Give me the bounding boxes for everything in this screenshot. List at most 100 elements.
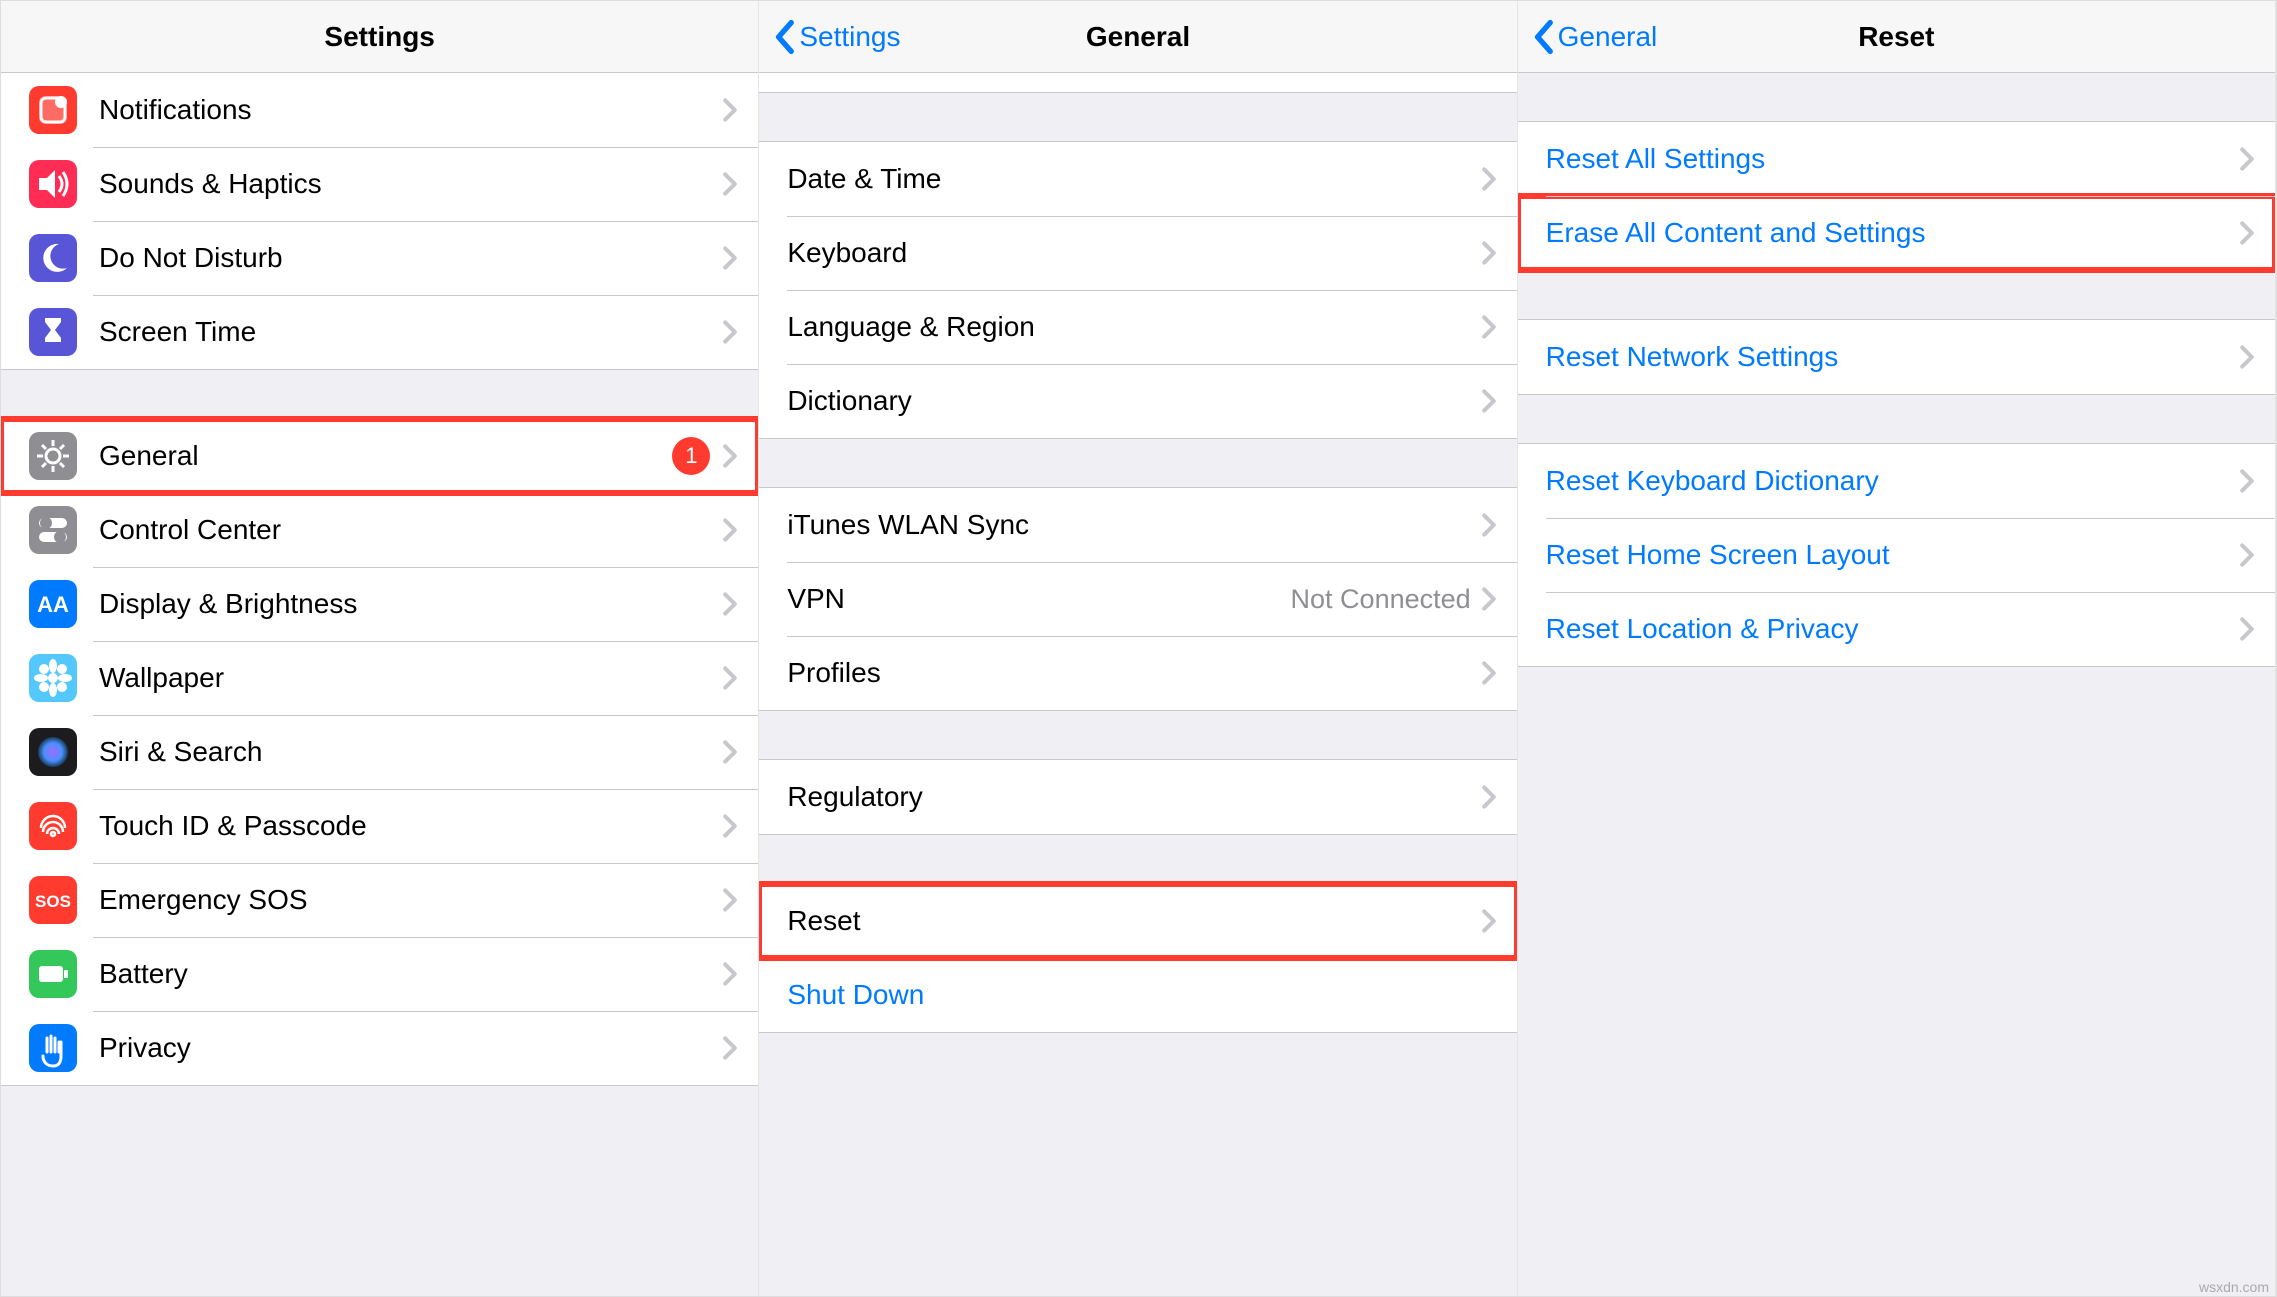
aa-icon: AA (29, 580, 77, 628)
row-reset-keyboard-dictionary[interactable]: Reset Keyboard Dictionary (1518, 444, 2275, 518)
row-control-center[interactable]: Control Center (1, 493, 758, 567)
row-privacy[interactable]: Privacy (1, 1011, 758, 1085)
row-reset-all-settings[interactable]: Reset All Settings (1518, 122, 2275, 196)
row-regulatory[interactable]: Regulatory (759, 760, 1516, 834)
chevron-right-icon (722, 171, 738, 197)
chevron-right-icon (722, 245, 738, 271)
row-label: Control Center (99, 514, 722, 546)
row-label: Notifications (99, 94, 722, 126)
row-general[interactable]: General1 (1, 419, 758, 493)
back-button[interactable]: Settings (773, 19, 900, 55)
chevron-right-icon (2239, 542, 2255, 568)
row-touch-id-passcode[interactable]: Touch ID & Passcode (1, 789, 758, 863)
reset-list[interactable]: Reset All Settings Erase All Content and … (1518, 73, 2275, 1296)
row-language-region[interactable]: Language & Region (759, 290, 1516, 364)
row-reset-network-settings[interactable]: Reset Network Settings (1518, 320, 2275, 394)
row-label: Profiles (787, 657, 1480, 689)
chevron-right-icon (1481, 586, 1497, 612)
chevron-left-icon (1532, 19, 1554, 55)
row-reset[interactable]: Reset (759, 884, 1516, 958)
row-itunes-wlan-sync[interactable]: iTunes WLAN Sync (759, 488, 1516, 562)
row-label: Battery (99, 958, 722, 990)
flower-icon (29, 654, 77, 702)
chevron-right-icon (1481, 908, 1497, 934)
chevron-right-icon (1481, 784, 1497, 810)
row-label: Emergency SOS (99, 884, 722, 916)
row-label: Display & Brightness (99, 588, 722, 620)
row-date-time[interactable]: Date & Time (759, 142, 1516, 216)
row-battery[interactable]: Battery (1, 937, 758, 1011)
row-label: Wallpaper (99, 662, 722, 694)
siri-icon (29, 728, 77, 776)
svg-text:AA: AA (37, 592, 69, 617)
row-label: Shut Down (787, 979, 1496, 1011)
row-label: General (99, 440, 672, 472)
page-title: Settings (1, 21, 758, 53)
moon-icon (29, 234, 77, 282)
row-label: Dictionary (787, 385, 1480, 417)
switches-icon (29, 506, 77, 554)
chevron-right-icon (722, 739, 738, 765)
chevron-right-icon (1481, 314, 1497, 340)
row-label: Do Not Disturb (99, 242, 722, 274)
row-label: Keyboard (787, 237, 1480, 269)
chevron-right-icon (722, 665, 738, 691)
row-reset-home-screen-layout[interactable]: Reset Home Screen Layout (1518, 518, 2275, 592)
row-shut-down[interactable]: Shut Down (759, 958, 1516, 1032)
row-label: Reset Home Screen Layout (1546, 539, 2239, 571)
row-display-brightness[interactable]: AA Display & Brightness (1, 567, 758, 641)
row-reset-location-privacy[interactable]: Reset Location & Privacy (1518, 592, 2275, 666)
chevron-right-icon (1481, 660, 1497, 686)
sounds-icon (29, 160, 77, 208)
row-label: Language & Region (787, 311, 1480, 343)
row-label: iTunes WLAN Sync (787, 509, 1480, 541)
settings-panel: Settings Notifications Sounds & Haptics Do… (1, 1, 759, 1296)
row-label: Reset (787, 905, 1480, 937)
row-do-not-disturb[interactable]: Do Not Disturb (1, 221, 758, 295)
chevron-right-icon (722, 97, 738, 123)
chevron-right-icon (2239, 616, 2255, 642)
svg-text:SOS: SOS (35, 892, 71, 911)
badge: 1 (672, 437, 710, 475)
row-label: Touch ID & Passcode (99, 810, 722, 842)
row-label: Erase All Content and Settings (1546, 217, 2239, 249)
chevron-right-icon (2239, 146, 2255, 172)
sos-icon: SOS (29, 876, 77, 924)
row-notifications[interactable]: Notifications (1, 73, 758, 147)
navbar-settings: Settings (1, 1, 758, 73)
row-wallpaper[interactable]: Wallpaper (1, 641, 758, 715)
chevron-right-icon (1481, 166, 1497, 192)
general-panel: Settings General Date & TimeKeyboardLang… (759, 1, 1517, 1296)
back-label: Settings (799, 21, 900, 53)
row-label: Date & Time (787, 163, 1480, 195)
chevron-right-icon (722, 443, 738, 469)
gear-icon (29, 432, 77, 480)
row-label: Reset All Settings (1546, 143, 2239, 175)
row-label: Siri & Search (99, 736, 722, 768)
hourglass-icon (29, 308, 77, 356)
chevron-right-icon (1481, 512, 1497, 538)
row-vpn[interactable]: VPNNot Connected (759, 562, 1516, 636)
chevron-right-icon (722, 961, 738, 987)
chevron-left-icon (773, 19, 795, 55)
chevron-right-icon (2239, 220, 2255, 246)
row-erase-all-content-and-settings[interactable]: Erase All Content and Settings (1518, 196, 2275, 270)
navbar-reset: General Reset (1518, 1, 2275, 73)
row-label: Regulatory (787, 781, 1480, 813)
general-list[interactable]: Date & Time Keyboard Language & Region Dict… (759, 73, 1516, 1296)
row-emergency-sos[interactable]: SOS Emergency SOS (1, 863, 758, 937)
row-screen-time[interactable]: Screen Time (1, 295, 758, 369)
chevron-right-icon (722, 319, 738, 345)
row-keyboard[interactable]: Keyboard (759, 216, 1516, 290)
settings-list[interactable]: Notifications Sounds & Haptics Do Not Dist… (1, 73, 758, 1296)
row-siri-search[interactable]: Siri & Search (1, 715, 758, 789)
chevron-right-icon (722, 517, 738, 543)
row-sounds-haptics[interactable]: Sounds & Haptics (1, 147, 758, 221)
chevron-right-icon (2239, 344, 2255, 370)
chevron-right-icon (1481, 240, 1497, 266)
back-button[interactable]: General (1532, 19, 1658, 55)
chevron-right-icon (722, 887, 738, 913)
row-dictionary[interactable]: Dictionary (759, 364, 1516, 438)
row-profiles[interactable]: Profiles (759, 636, 1516, 710)
back-label: General (1558, 21, 1658, 53)
